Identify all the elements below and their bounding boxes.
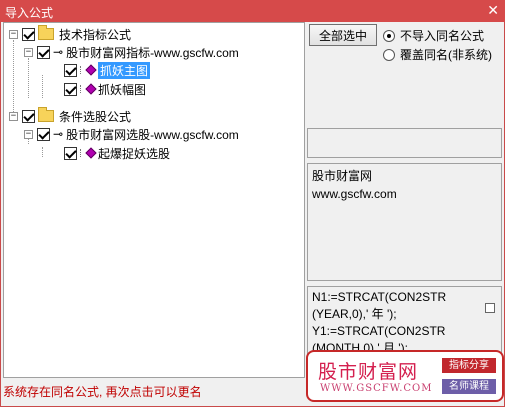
title-bar: 导入公式 ✕ [0,0,505,22]
tree-connector [28,58,29,98]
collapse-icon[interactable]: − [24,129,33,139]
brand-watermark: 股市财富网 WWW.GSCFW.COM 指标分享 名师课程 [306,350,504,402]
radio-label: 覆盖同名(非系统) [400,48,492,62]
item-label: 抓妖幅图 [98,82,147,97]
collapse-icon[interactable]: − [9,111,18,121]
formula-icon [80,83,97,95]
group-label: 条件选股公式 [59,109,132,124]
formula-icon [80,64,97,76]
group-checkbox[interactable] [22,109,35,123]
radio-label: 不导入同名公式 [400,29,485,43]
folder-icon [38,107,54,122]
formula-icon [80,147,97,159]
select-all-button[interactable]: 全部选中 [309,24,377,46]
folder-icon [38,25,54,40]
formula-preview[interactable]: N1:=STRCAT(CON2STR (YEAR,0),' 年 '); Y1:=… [307,286,502,356]
formula-line: (YEAR,0),' 年 '); [312,307,397,321]
set-checkbox[interactable] [37,127,50,141]
formula-line: Y1:=STRCAT(CON2STR [312,324,446,338]
tree-set-indicators[interactable]: − ⊸ 股市财富网指标-www.gscfw.com [24,43,239,61]
tree-group-technical[interactable]: − 技术指标公式 [9,25,131,43]
collapse-icon[interactable]: − [9,29,18,39]
key-icon: ⊸ [53,45,64,59]
group-checkbox[interactable] [22,27,35,41]
formula-info-panel: 股市财富网 www.gscfw.com [307,163,502,281]
item-checkbox[interactable] [64,82,77,96]
collapse-icon[interactable]: − [24,47,33,57]
tree-connector [42,75,43,98]
preview-checkbox[interactable] [485,303,495,313]
tree-group-screening[interactable]: − 条件选股公式 [9,107,131,125]
tree-set-screening[interactable]: − ⊸ 股市财富网选股-www.gscfw.com [24,125,239,143]
set-label: 股市财富网选股-www.gscfw.com [66,127,239,142]
item-label: 起爆捉妖选股 [98,146,171,161]
info-line: 股市财富网 [312,169,373,183]
radio-overwrite-same-name[interactable]: 覆盖同名(非系统) [383,46,492,63]
close-icon[interactable]: ✕ [487,2,499,18]
key-icon: ⊸ [53,127,64,141]
status-message: 系统存在同名公式, 再次点击可以更名 [3,385,202,399]
radio-skip-same-name[interactable]: 不导入同名公式 [383,27,484,44]
radio-button-selected[interactable] [383,29,395,42]
tree-item-main-chart[interactable]: 抓妖主图 [64,61,151,79]
tree-item-breakout-screen[interactable]: 起爆捉妖选股 [64,144,170,162]
radio-button[interactable] [383,48,395,61]
formula-tree[interactable]: − 技术指标公式 − ⊸ 股市财富网指标-www.gscfw.com 抓妖主图 … [3,22,305,378]
blank-panel [307,128,502,158]
brand-url: WWW.GSCFW.COM [320,383,433,394]
item-label: 抓妖主图 [98,61,151,79]
brand-tag-courses: 名师课程 [442,379,496,394]
set-checkbox[interactable] [37,45,50,59]
set-label: 股市财富网指标-www.gscfw.com [66,45,239,60]
brand-tag-indicators: 指标分享 [442,358,496,373]
formula-line: N1:=STRCAT(CON2STR [312,290,447,304]
group-label: 技术指标公式 [59,27,132,42]
brand-name: 股市财富网 [318,361,419,383]
item-checkbox[interactable] [64,146,77,160]
window-title: 导入公式 [5,6,54,20]
dialog-body: − 技术指标公式 − ⊸ 股市财富网指标-www.gscfw.com 抓妖主图 … [0,22,505,407]
item-checkbox[interactable] [64,63,77,77]
tree-item-sub-chart[interactable]: 抓妖幅图 [64,80,146,98]
info-line: www.gscfw.com [312,187,397,201]
tree-connector [42,147,43,157]
